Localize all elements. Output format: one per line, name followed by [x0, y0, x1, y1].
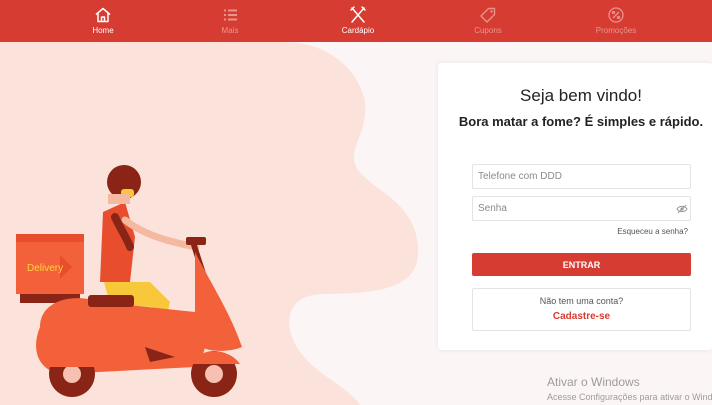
forgot-password-link[interactable]: Esqueceu a senha?	[588, 227, 688, 236]
tag-icon	[480, 7, 496, 23]
login-button[interactable]: ENTRAR	[472, 253, 691, 276]
nav-item-more[interactable]: Mais	[170, 0, 290, 42]
windows-activation-title: Ativar o Windows	[547, 375, 640, 389]
welcome-title: Seja bem vindo!	[520, 86, 642, 105]
nav-item-menu[interactable]: Cardápio	[298, 0, 418, 42]
nav-item-home[interactable]: Home	[43, 0, 163, 42]
nav-label-menu: Cardápio	[341, 26, 375, 35]
welcome-subtitle: Bora matar a fome? É simples e rápido.	[458, 114, 704, 129]
top-navigation-bar: Home Mais Cardápio Cupons Promoções	[0, 0, 712, 42]
nav-label-more: Mais	[221, 26, 239, 35]
nav-label-coupons: Cupons	[474, 26, 502, 35]
percent-icon	[608, 7, 624, 23]
login-card: Seja bem vindo! Bora matar a fome? É sim…	[438, 63, 712, 350]
no-account-text: Não tem uma conta?	[539, 296, 624, 306]
nav-item-coupons[interactable]: Cupons	[428, 0, 548, 42]
password-input[interactable]	[472, 196, 691, 221]
nav-label-promotions: Promoções	[595, 26, 637, 35]
delivery-box-label: Delivery	[27, 263, 63, 274]
list-icon	[224, 9, 237, 21]
nav-item-promotions[interactable]: Promoções	[556, 0, 676, 42]
delivery-illustration: Delivery	[16, 165, 242, 397]
utensils-icon	[350, 6, 366, 23]
windows-activation-subtitle: Acesse Configurações para ativar o Windo…	[547, 392, 712, 402]
signup-link[interactable]: Cadastre-se	[473, 311, 690, 322]
signup-box: Não tem uma conta? Cadastre-se	[472, 288, 691, 331]
eye-slash-icon[interactable]	[676, 204, 688, 214]
home-icon	[95, 7, 111, 23]
phone-input[interactable]	[472, 164, 691, 189]
nav-label-home: Home	[92, 26, 114, 35]
